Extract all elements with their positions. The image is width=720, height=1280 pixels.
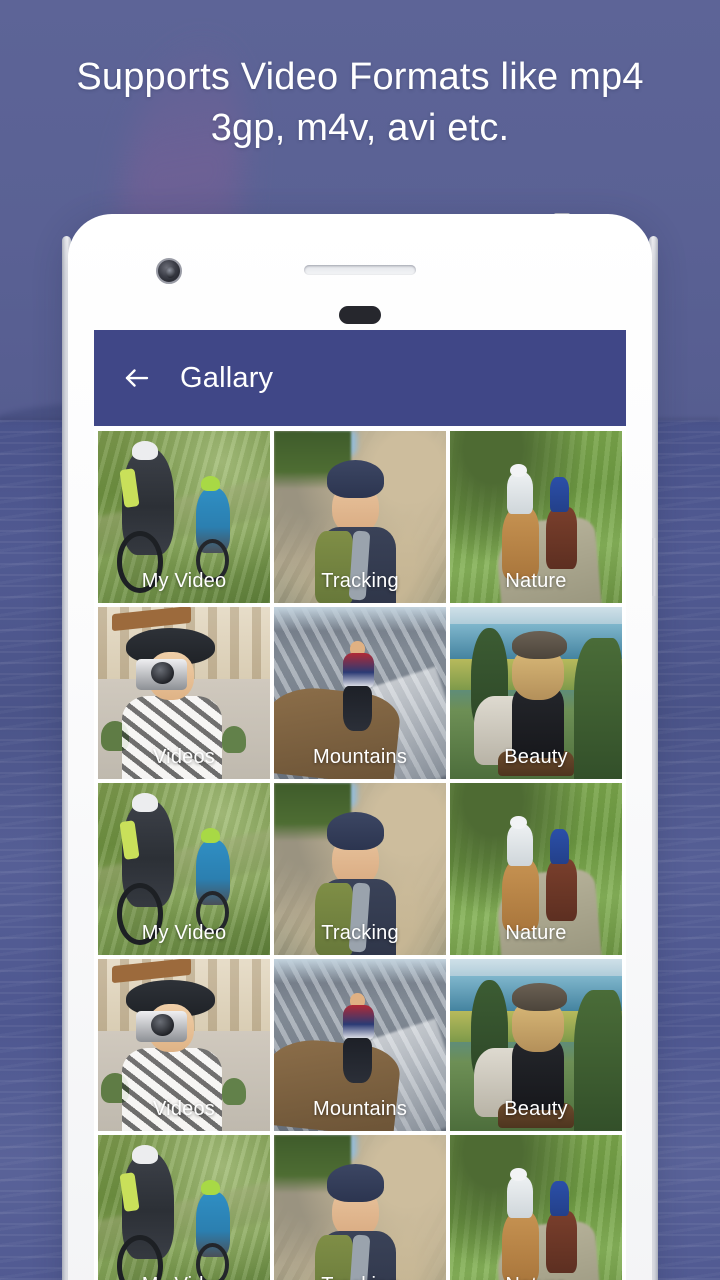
gallery-tile[interactable]: My Video	[98, 783, 270, 955]
gallery-tile[interactable]: Nature	[450, 431, 622, 603]
promo-headline: Supports Video Formats like mp4 3gp, m4v…	[76, 56, 644, 149]
gallery-tile-label: Beauty	[504, 1098, 568, 1120]
gallery-tile-label: Tracking	[274, 1274, 446, 1280]
gallery-tile-label: My Video	[141, 922, 227, 944]
gallery-tile-label: Tracking	[321, 570, 399, 592]
gallery-thumbnail	[98, 1135, 270, 1280]
gallery-tile[interactable]: Videos	[98, 607, 270, 779]
gallery-tile-label: My Video	[141, 570, 227, 592]
gallery-tile[interactable]: Nature	[450, 783, 622, 955]
gallery-tile[interactable]: Tracking	[274, 431, 446, 603]
gallery-tile-label: Mountains	[312, 746, 408, 768]
gallery-tile-label: My Video	[98, 1274, 270, 1280]
gallery-tile[interactable]: Nature	[450, 1135, 622, 1280]
gallery-tile-label: Mountains	[312, 1098, 408, 1120]
arrow-left-icon[interactable]	[122, 363, 152, 393]
gallery-tile[interactable]: Beauty	[450, 607, 622, 779]
gallery-tile[interactable]: Beauty	[450, 959, 622, 1131]
gallery-grid: My Video Tracking Nature Videos Mountains Bea…	[94, 426, 626, 1280]
phone-mockup: Gallary My Video Tracking Nature Videos Moun…	[62, 208, 658, 1280]
phone-body: Gallary My Video Tracking Nature Videos Moun…	[68, 214, 652, 1280]
page-title: Gallary	[180, 361, 274, 394]
gallery-tile[interactable]: Mountains	[274, 959, 446, 1131]
gallery-tile[interactable]: My Video	[98, 1135, 270, 1280]
phone-screen: Gallary My Video Tracking Nature Videos Moun…	[94, 330, 626, 1280]
gallery-tile-label: Videos	[153, 1098, 215, 1120]
gallery-tile-label: Nature	[505, 922, 567, 944]
gallery-tile-label: Nature	[505, 570, 567, 592]
gallery-tile[interactable]: Tracking	[274, 1135, 446, 1280]
gallery-tile-label: Tracking	[321, 922, 399, 944]
gallery-tile[interactable]: My Video	[98, 431, 270, 603]
gallery-thumbnail	[274, 1135, 446, 1280]
proximity-sensor-icon	[339, 306, 381, 324]
earpiece-speaker-icon	[304, 265, 416, 275]
gallery-tile[interactable]: Tracking	[274, 783, 446, 955]
gallery-thumbnail	[450, 1135, 622, 1280]
gallery-tile-label: Beauty	[504, 746, 568, 768]
gallery-tile[interactable]: Videos	[98, 959, 270, 1131]
gallery-tile-label: Nature	[450, 1274, 622, 1280]
gallery-tile[interactable]: Mountains	[274, 607, 446, 779]
app-bar: Gallary	[94, 330, 626, 426]
front-camera-icon	[156, 258, 182, 284]
gallery-tile-label: Videos	[153, 746, 215, 768]
